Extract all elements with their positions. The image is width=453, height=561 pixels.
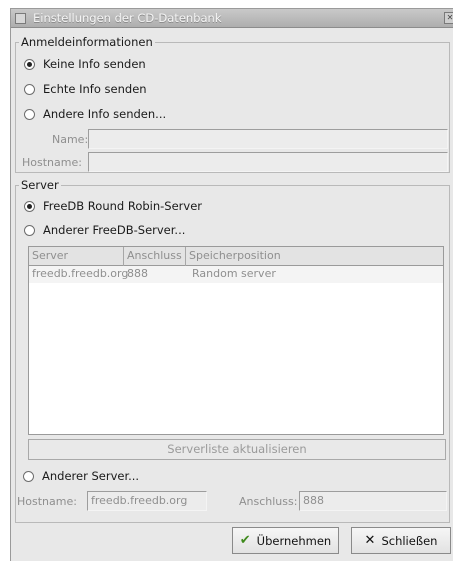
server-list[interactable]: Server Anschluss Speicherposition freedb… <box>28 246 444 435</box>
close-button[interactable]: ✕ Schließen <box>351 527 451 554</box>
window-menu-icon[interactable] <box>15 13 26 24</box>
port-label: Anschluss: <box>239 495 298 508</box>
close-button-label: Schließen <box>381 533 438 548</box>
radio-no-info-label: Keine Info senden <box>43 57 146 71</box>
radio-indicator-selected[interactable] <box>24 200 35 212</box>
radio-indicator[interactable] <box>23 470 34 482</box>
port-field[interactable]: 888 <box>299 491 447 511</box>
radio-indicator-selected[interactable] <box>24 58 35 70</box>
preferences-window: Einstellungen der CD-Datenbank ✕ Anmelde… <box>10 8 453 561</box>
radio-indicator[interactable] <box>24 83 35 95</box>
table-row[interactable]: freedb.freedb.org 888 Random server <box>29 266 443 283</box>
cell-port: 888 <box>127 267 148 280</box>
x-icon: ✕ <box>364 533 376 548</box>
checkmark-icon: ✔ <box>239 533 251 548</box>
apply-button-label: Übernehmen <box>256 533 332 548</box>
cell-location: Random server <box>192 267 276 280</box>
login-frame: Anmeldeinformationen Keine Info senden E… <box>15 35 450 173</box>
login-hostname-label: Hostname: <box>22 156 82 169</box>
radio-other-info[interactable]: Andere Info senden... <box>24 106 166 122</box>
radio-indicator[interactable] <box>24 224 35 236</box>
title-bar[interactable]: Einstellungen der CD-Datenbank ✕ <box>11 9 453 28</box>
server-frame-label: Server <box>19 178 61 192</box>
name-field[interactable] <box>88 129 448 149</box>
radio-other-freedb[interactable]: Anderer FreeDB-Server... <box>24 222 185 238</box>
refresh-server-list-button[interactable]: Serverliste aktualisieren <box>28 439 446 460</box>
radio-indicator[interactable] <box>24 108 35 120</box>
column-server[interactable]: Server <box>29 247 124 266</box>
radio-other-info-label: Andere Info senden... <box>43 107 167 121</box>
cell-server: freedb.freedb.org <box>32 267 129 280</box>
radio-real-info[interactable]: Echte Info senden <box>24 81 147 97</box>
apply-button[interactable]: ✔ Übernehmen <box>232 527 339 554</box>
server-list-header: Server Anschluss Speicherposition <box>29 247 443 266</box>
server-hostname-field[interactable]: freedb.freedb.org <box>87 491 207 511</box>
server-hostname-label: Hostname: <box>17 495 77 508</box>
column-location[interactable]: Speicherposition <box>186 247 443 266</box>
radio-other-freedb-label: Anderer FreeDB-Server... <box>43 223 186 237</box>
radio-other-server-label: Anderer Server... <box>42 469 140 483</box>
window-close-icon[interactable]: ✕ <box>444 12 453 24</box>
window-title: Einstellungen der CD-Datenbank <box>33 11 222 25</box>
radio-real-info-label: Echte Info senden <box>43 82 147 96</box>
login-hostname-field[interactable] <box>88 152 448 172</box>
login-frame-label: Anmeldeinformationen <box>19 35 155 49</box>
radio-round-robin[interactable]: FreeDB Round Robin-Server <box>24 198 202 214</box>
name-label: Name: <box>52 133 89 146</box>
radio-no-info[interactable]: Keine Info senden <box>24 56 146 72</box>
radio-round-robin-label: FreeDB Round Robin-Server <box>43 199 203 213</box>
column-port[interactable]: Anschluss <box>124 247 186 266</box>
radio-other-server[interactable]: Anderer Server... <box>23 468 139 484</box>
